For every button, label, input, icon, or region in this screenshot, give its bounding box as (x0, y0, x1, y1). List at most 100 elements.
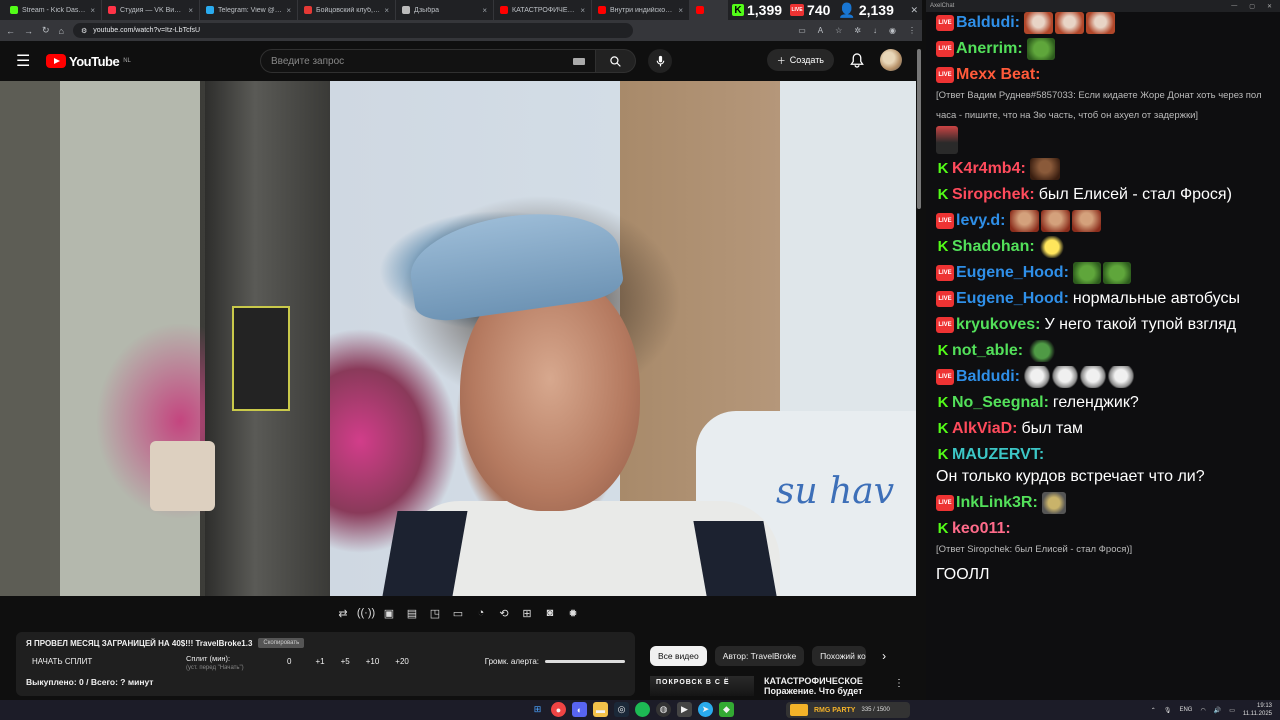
recommendation-title[interactable]: КАТАСТРОФИЧЕСКОЕ Поражение. Что будет да… (764, 676, 884, 696)
wifi-icon[interactable]: ◠ (1200, 707, 1205, 714)
add-icon[interactable]: ⊞ (520, 606, 535, 621)
chat-nickname[interactable]: Shadohan: (952, 236, 1035, 258)
add-1-button[interactable]: +1 (315, 657, 324, 666)
chat-nickname[interactable]: levy.d: (956, 210, 1006, 232)
add-10-button[interactable]: +10 (366, 657, 380, 666)
chat-nickname[interactable]: No_Seegnal: (952, 392, 1049, 414)
site-info-icon[interactable]: ⚙ (81, 27, 87, 35)
discord-icon[interactable]: ◐ (572, 702, 587, 717)
copy-button[interactable]: Скопировать (258, 638, 305, 648)
tray-chevron-icon[interactable]: ⌃ (1151, 707, 1156, 714)
minimize-icon[interactable]: — (1231, 3, 1237, 10)
browser-tab[interactable]: Дзыбра × (396, 0, 494, 20)
chrome-icon[interactable]: ● (551, 702, 566, 717)
notifications-bell-icon[interactable] (850, 52, 864, 68)
tab-close-icon[interactable]: × (580, 6, 585, 15)
chat-nickname[interactable]: Baldudi: (956, 366, 1020, 388)
volume-icon[interactable]: 🔊 (1214, 707, 1221, 714)
start-split-button[interactable]: НАЧАТЬ СПЛИТ (26, 654, 186, 666)
lang-indicator[interactable]: ENG (1179, 707, 1192, 713)
loop-icon[interactable]: ⇄ (336, 606, 351, 621)
extensions-icon[interactable]: ✲ (854, 26, 861, 35)
search-input[interactable]: Введите запрос (260, 49, 596, 73)
telegram-icon[interactable]: ➤ (698, 702, 713, 717)
tab-close-icon[interactable]: × (90, 6, 95, 15)
hamburger-menu-icon[interactable]: ☰ (16, 51, 36, 71)
chat-nickname[interactable]: kryukoves: (956, 314, 1041, 336)
browser-tab[interactable]: Студия — VK Видео Live× (102, 0, 200, 20)
tab-close-icon[interactable]: × (188, 6, 193, 15)
recommended-video[interactable]: ПОКРОВСК В С Ё КАТАСТРОФИЧЕСКОЕ Поражени… (650, 676, 904, 696)
chat-nickname[interactable]: MAUZERVT: (952, 444, 1044, 466)
start-icon[interactable]: ⊞ (530, 702, 545, 717)
clapper-icon[interactable]: ▤ (405, 606, 420, 621)
battery-icon[interactable]: ▭ (1229, 707, 1235, 714)
party-widget[interactable]: RMG PARTY 335 / 1500 (786, 702, 910, 718)
browser-tab[interactable]: КАТАСТРОФИЧЕСКОЕ× (494, 0, 592, 20)
translate-icon[interactable]: A (818, 26, 823, 35)
reload-icon[interactable]: ↻ (42, 25, 50, 36)
create-button[interactable]: ＋ Создать (766, 49, 834, 71)
video-player[interactable]: su hav (0, 81, 916, 596)
search-button[interactable] (596, 49, 636, 73)
close-icon[interactable]: ✕ (910, 5, 918, 16)
pip-icon[interactable]: ◳ (428, 606, 443, 621)
tab-close-icon[interactable]: × (678, 6, 683, 15)
download-icon[interactable]: ↓ (873, 26, 877, 35)
keyboard-icon[interactable] (573, 57, 585, 65)
browser-tab[interactable]: Бойцовский клуб, 1999 × (298, 0, 396, 20)
tab-close-icon[interactable]: × (482, 6, 487, 15)
chat-nickname[interactable]: Anerrim: (956, 38, 1023, 60)
chat-nickname[interactable]: AlkViaD: (952, 418, 1018, 440)
media-icon[interactable]: ▶ (677, 702, 692, 717)
more-options-icon[interactable]: ⋮ (894, 678, 904, 689)
cinema-icon[interactable]: ▭ (451, 606, 466, 621)
page-scrollbar[interactable] (916, 41, 922, 696)
browser-tab[interactable]: Stream - Kick Dashboard× (4, 0, 102, 20)
tab-close-icon[interactable]: × (286, 6, 291, 15)
clock[interactable]: 19:13 11.11.2025 (1243, 702, 1272, 718)
tab-close-icon[interactable]: × (384, 6, 389, 15)
chevron-right-icon[interactable]: › (874, 646, 894, 666)
chat-nickname[interactable]: K4r4mb4: (952, 158, 1026, 180)
chat-nickname[interactable]: Baldudi: (956, 12, 1020, 34)
chat-nickname[interactable]: Mexx Beat: (956, 64, 1040, 86)
chip-all-videos[interactable]: Все видео (650, 646, 707, 666)
chat-nickname[interactable]: Siropchek: (952, 184, 1035, 206)
screenshot-icon[interactable]: ▣ (382, 606, 397, 621)
steam-icon[interactable]: ◎ (614, 702, 629, 717)
maximize-icon[interactable]: ▢ (1249, 3, 1255, 10)
close-icon[interactable]: ✕ (1267, 3, 1272, 10)
obs-icon[interactable]: ◍ (656, 702, 671, 717)
speed-icon[interactable]: ◔ (474, 606, 489, 621)
audio-icon[interactable]: ((·)) (357, 606, 375, 621)
cast-icon[interactable]: ▭ (798, 26, 806, 35)
scrollbar-thumb[interactable] (917, 49, 921, 209)
browser-tab[interactable]: Telegram: View @dvach× (200, 0, 298, 20)
add-5-button[interactable]: +5 (341, 657, 350, 666)
rotate-icon[interactable]: ⟲ (497, 606, 512, 621)
url-field[interactable]: ⚙ youtube.com/watch?v=Itz-LbTcfsU (72, 23, 633, 38)
app-icon[interactable]: ◆ (719, 702, 734, 717)
alert-volume-slider[interactable] (545, 660, 625, 663)
chat-nickname[interactable]: Eugene_Hood: (956, 262, 1069, 284)
browser-menu-icon[interactable]: ⋮ (908, 26, 916, 35)
browser-tab[interactable]: Внутри индийского фи × (592, 0, 690, 20)
profile-icon[interactable]: ◉ (889, 26, 896, 35)
settings-gear-icon[interactable]: ✹ (566, 606, 581, 621)
recommendation-thumbnail[interactable]: ПОКРОВСК В С Ё (650, 676, 754, 696)
back-icon[interactable]: ← (6, 26, 15, 36)
chat-nickname[interactable]: keo011: (952, 518, 1011, 540)
account-avatar[interactable] (880, 49, 902, 71)
forward-icon[interactable]: → (24, 26, 33, 36)
chip-author[interactable]: Автор: TravelBroke (714, 646, 805, 666)
chat-nickname[interactable]: InkLink3R: (956, 492, 1038, 514)
home-icon[interactable]: ⌂ (59, 26, 64, 36)
mic-tray-icon[interactable]: 🎙 (1164, 707, 1172, 714)
chip-similar[interactable]: Похожий контент (812, 646, 867, 666)
chat-nickname[interactable]: not_able: (952, 340, 1023, 362)
youtube-logo[interactable]: YouTube NL (46, 54, 131, 69)
bookmark-star-icon[interactable]: ☆ (835, 26, 842, 35)
spotify-icon[interactable] (635, 702, 650, 717)
voice-search-button[interactable] (648, 49, 672, 73)
